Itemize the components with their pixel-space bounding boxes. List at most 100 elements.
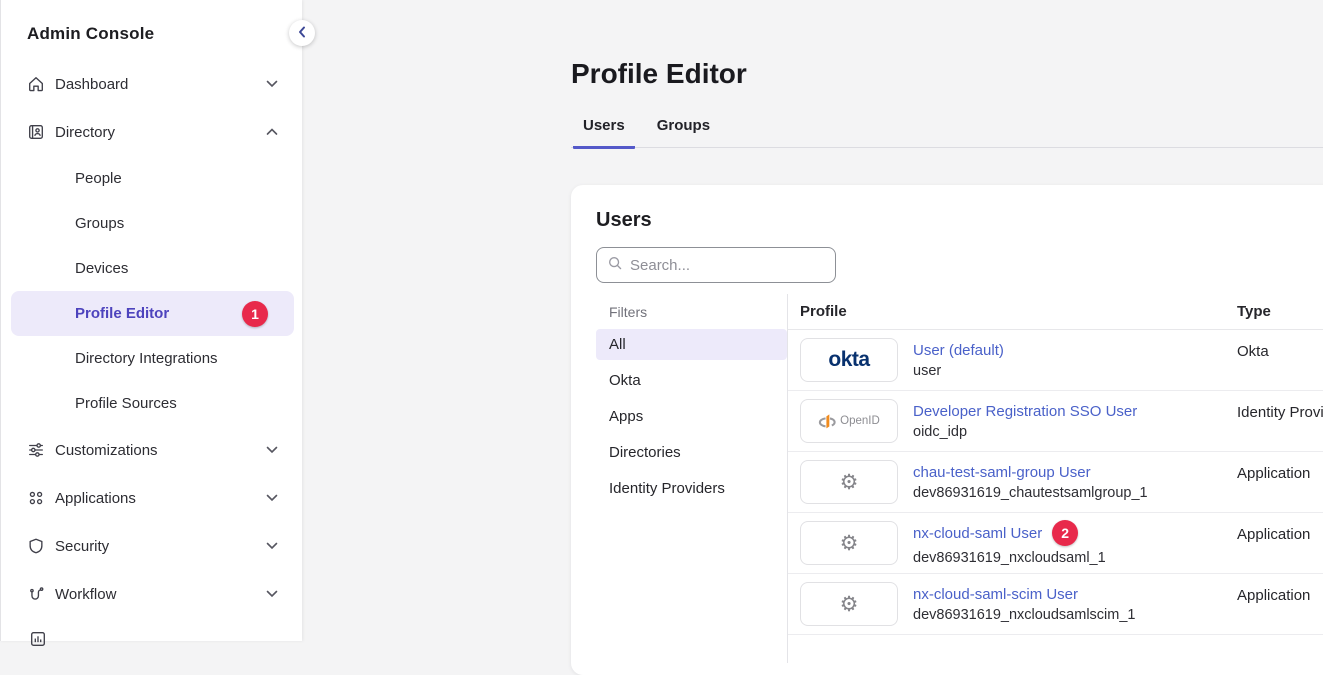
type-cell: Application xyxy=(1237,513,1310,543)
home-icon xyxy=(27,75,45,93)
workflow-icon xyxy=(27,585,45,603)
sidebar-item-label: Devices xyxy=(75,260,128,277)
sidebar-item-label: Workflow xyxy=(55,586,116,603)
sidebar-item-security[interactable]: Security xyxy=(1,522,302,570)
sidebar-item-workflow[interactable]: Workflow xyxy=(1,570,302,618)
chevron-down-icon xyxy=(266,542,278,550)
filters-label: Filters xyxy=(596,300,787,324)
table-row: okta User (default) user Okta xyxy=(788,330,1323,391)
annotation-badge-1: 1 xyxy=(242,301,268,327)
type-cell: Okta xyxy=(1237,330,1269,360)
table-header: Profile Type xyxy=(788,294,1323,330)
tab-groups[interactable]: Groups xyxy=(647,117,720,149)
sidebar-item-applications[interactable]: Applications xyxy=(1,474,302,522)
sidebar-item-devices[interactable]: Devices xyxy=(11,246,294,291)
profile-cell: OpenID Developer Registration SSO User o… xyxy=(800,399,1237,443)
sidebar-item-directory[interactable]: Directory xyxy=(1,108,302,156)
profile-subtext: dev86931619_chautestsamlgroup_1 xyxy=(913,485,1148,501)
profile-cell: okta User (default) user xyxy=(800,338,1237,382)
filters-list: Filters All Okta Apps Directories Identi… xyxy=(596,294,787,663)
sidebar-item-label: Directory Integrations xyxy=(75,350,218,367)
filter-apps[interactable]: Apps xyxy=(596,401,787,432)
sidebar-item-label: Dashboard xyxy=(55,76,128,93)
filter-okta[interactable]: Okta xyxy=(596,365,787,396)
sidebar-item-label: Directory xyxy=(55,124,115,141)
type-cell: Application xyxy=(1237,452,1310,482)
type-cell: Application xyxy=(1237,574,1310,604)
chevron-down-icon xyxy=(266,80,278,88)
sidebar-item-label: People xyxy=(75,170,122,187)
app-logo-placeholder: ⚙ xyxy=(800,521,898,565)
sidebar-item-label: Profile Sources xyxy=(75,395,177,412)
profile-link[interactable]: Developer Registration SSO User xyxy=(913,403,1137,420)
main-content: Profile Editor Users Groups xyxy=(571,0,1323,148)
sidebar-item-dashboard[interactable]: Dashboard xyxy=(1,60,302,108)
app-title: Admin Console xyxy=(1,0,302,44)
gear-icon: ⚙ xyxy=(840,594,859,615)
openid-logo: OpenID xyxy=(800,399,898,443)
profile-text: User (default) user xyxy=(913,342,1004,379)
panel-heading: Users xyxy=(596,209,1323,232)
shield-icon xyxy=(27,537,45,555)
sidebar-item-profile-editor[interactable]: Profile Editor 1 xyxy=(11,291,294,336)
sidebar-item-label: Applications xyxy=(55,490,136,507)
profile-text: Developer Registration SSO User oidc_idp xyxy=(913,403,1137,440)
sidebar-item-groups[interactable]: Groups xyxy=(11,201,294,246)
profile-cell: ⚙ nx-cloud-saml User 2 dev86931619_nxclo… xyxy=(800,520,1237,566)
profile-link[interactable]: chau-test-saml-group User xyxy=(913,464,1091,481)
users-panel: Users Filters All Okta Apps Directories … xyxy=(571,185,1323,675)
sidebar-item-profile-sources[interactable]: Profile Sources xyxy=(11,381,294,426)
app-logo-placeholder: ⚙ xyxy=(800,582,898,626)
profile-link[interactable]: nx-cloud-saml User xyxy=(913,525,1042,542)
sidebar-collapse-button[interactable] xyxy=(289,20,315,46)
table-row: ⚙ chau-test-saml-group User dev86931619_… xyxy=(788,452,1323,513)
table-row: ⚙ nx-cloud-saml User 2 dev86931619_nxclo… xyxy=(788,513,1323,574)
profile-cell: ⚙ nx-cloud-saml-scim User dev86931619_nx… xyxy=(800,582,1237,626)
id-card-icon xyxy=(27,123,45,141)
profile-subtext: dev86931619_nxcloudsamlscim_1 xyxy=(913,607,1135,623)
sidebar-item-label: Profile Editor xyxy=(75,305,169,322)
sidebar-item-label: Customizations xyxy=(55,442,158,459)
sidebar-item-label: Security xyxy=(55,538,109,555)
sidebar-item-people[interactable]: People xyxy=(11,156,294,201)
filter-identity-providers[interactable]: Identity Providers xyxy=(596,473,787,504)
gear-icon: ⚙ xyxy=(840,533,859,554)
type-cell: Identity Provider xyxy=(1237,391,1323,421)
chevron-down-icon xyxy=(266,590,278,598)
profile-cell: ⚙ chau-test-saml-group User dev86931619_… xyxy=(800,460,1237,504)
sidebar-item-directory-integrations[interactable]: Directory Integrations xyxy=(11,336,294,381)
column-header-type: Type xyxy=(1237,303,1271,320)
reports-icon xyxy=(29,630,47,653)
chevron-left-icon xyxy=(298,26,306,41)
profile-subtext: oidc_idp xyxy=(913,424,1137,440)
profile-subtext: dev86931619_nxcloudsaml_1 xyxy=(913,550,1106,566)
annotation-badge-2: 2 xyxy=(1052,520,1078,546)
page-title: Profile Editor xyxy=(571,58,1323,90)
profile-link[interactable]: User (default) xyxy=(913,342,1004,359)
filter-directories[interactable]: Directories xyxy=(596,437,787,468)
openid-mark-icon xyxy=(818,411,836,431)
profile-text: nx-cloud-saml User 2 dev86931619_nxcloud… xyxy=(913,520,1106,566)
profiles-table: Profile Type okta User (default) user Ok… xyxy=(788,294,1323,663)
chevron-up-icon xyxy=(266,128,278,136)
search-input[interactable] xyxy=(630,257,829,274)
sidebar-nav: Dashboard Directory People Groups Device… xyxy=(1,60,302,618)
sidebar: Admin Console Dashboard Directory People… xyxy=(0,0,302,641)
chevron-down-icon xyxy=(266,446,278,454)
table-row: OpenID Developer Registration SSO User o… xyxy=(788,391,1323,452)
tab-users[interactable]: Users xyxy=(573,117,635,149)
sliders-icon xyxy=(27,441,45,459)
gear-icon: ⚙ xyxy=(840,472,859,493)
filter-all[interactable]: All xyxy=(596,329,787,360)
sidebar-item-label: Groups xyxy=(75,215,124,232)
sidebar-item-customizations[interactable]: Customizations xyxy=(1,426,302,474)
profile-subtext: user xyxy=(913,363,1004,379)
search-icon xyxy=(607,255,623,276)
app-logo-placeholder: ⚙ xyxy=(800,460,898,504)
profile-text: nx-cloud-saml-scim User dev86931619_nxcl… xyxy=(913,586,1135,623)
chevron-down-icon xyxy=(266,494,278,502)
profile-link[interactable]: nx-cloud-saml-scim User xyxy=(913,586,1078,603)
grid-dots-icon xyxy=(27,489,45,507)
table-row: ⚙ nx-cloud-saml-scim User dev86931619_nx… xyxy=(788,574,1323,635)
okta-logo: okta xyxy=(800,338,898,382)
